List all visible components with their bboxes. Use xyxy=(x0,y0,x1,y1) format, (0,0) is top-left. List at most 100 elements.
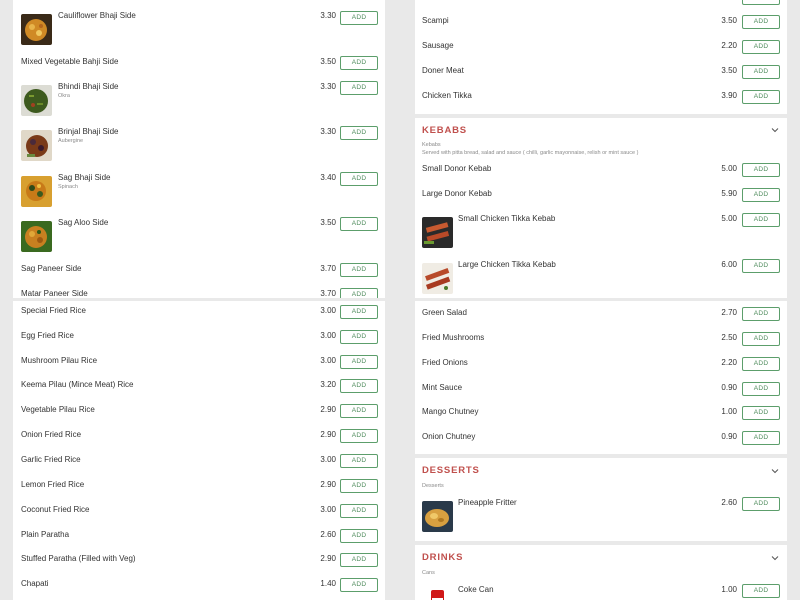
item-price: 3.00 xyxy=(320,455,336,464)
add-button[interactable]: ADD xyxy=(742,584,780,598)
item-price: 2.60 xyxy=(721,498,737,507)
add-button[interactable]: ADD xyxy=(742,382,780,396)
item-price: 3.90 xyxy=(721,91,737,100)
item-name: Garlic Fried Rice xyxy=(21,455,81,464)
menu-card: Green Salad 2.70 ADD Fried Mushrooms 2.5… xyxy=(415,301,787,454)
item-price: 3.50 xyxy=(320,57,336,66)
add-button[interactable]: ADD xyxy=(742,497,780,511)
item-name: Lemon Fried Rice xyxy=(21,480,85,489)
chevron-down-icon[interactable] xyxy=(771,467,781,477)
add-button[interactable]: ADD xyxy=(340,11,378,25)
add-button[interactable]: ADD xyxy=(742,406,780,420)
add-button[interactable]: ADD xyxy=(340,305,378,319)
item-price: 2.90 xyxy=(320,480,336,489)
item-price: 0.90 xyxy=(721,383,737,392)
add-button[interactable]: ADD xyxy=(742,332,780,346)
add-button[interactable]: ADD xyxy=(742,163,780,177)
add-button[interactable]: ADD xyxy=(742,90,780,104)
add-button[interactable]: ADD xyxy=(340,404,378,418)
item-price: 5.90 xyxy=(721,189,737,198)
add-button[interactable]: ADD xyxy=(340,288,378,298)
brinjal-bhaji-image xyxy=(21,130,52,161)
add-button[interactable]: ADD xyxy=(742,15,780,29)
section-description: Served with pitta bread, salad and sauce… xyxy=(422,150,639,156)
bhindi-bhaji-image xyxy=(21,85,52,116)
section-title: KEBABS xyxy=(422,125,467,136)
add-button[interactable]: ADD xyxy=(340,578,378,592)
item-price: 5.00 xyxy=(721,164,737,173)
add-button[interactable]: ADD xyxy=(340,56,378,70)
item-price: 2.20 xyxy=(721,358,737,367)
item-price: 6.00 xyxy=(721,260,737,269)
add-button[interactable]: ADD xyxy=(340,454,378,468)
item-name: Keema Pilau (Mince Meat) Rice xyxy=(21,380,134,389)
chevron-down-icon[interactable] xyxy=(771,126,781,136)
item-name: Mixed Vegetable Bahji Side xyxy=(21,57,119,66)
add-button[interactable] xyxy=(742,0,780,5)
item-price: 1.40 xyxy=(320,579,336,588)
item-price: 1.00 xyxy=(721,407,737,416)
add-button[interactable]: ADD xyxy=(340,330,378,344)
kebabs-section: KEBABS Kebabs Served with pitta bread, s… xyxy=(415,118,787,298)
add-button[interactable]: ADD xyxy=(742,40,780,54)
item-name: Mushroom Pilau Rice xyxy=(21,356,98,365)
item-price: 0.90 xyxy=(721,432,737,441)
item-price: 2.90 xyxy=(320,430,336,439)
sag-bhaji-image xyxy=(21,176,52,207)
extras-kebabs-panel: Scampi 3.50 ADD Sausage 2.20 ADD Doner M… xyxy=(400,0,800,298)
section-description: Desserts xyxy=(422,483,444,489)
item-price: 3.50 xyxy=(721,16,737,25)
add-button[interactable]: ADD xyxy=(742,213,780,227)
item-name: Matar Paneer Side xyxy=(21,289,88,298)
item-name: Egg Fried Rice xyxy=(21,331,74,340)
add-button[interactable]: ADD xyxy=(742,357,780,371)
item-name: Onion Chutney xyxy=(422,432,476,441)
item-price: 3.30 xyxy=(320,11,336,20)
add-button[interactable]: ADD xyxy=(340,553,378,567)
section-description: Cans xyxy=(422,570,435,576)
drinks-section: DRINKS Cans Coke Can 1.00 ADD xyxy=(415,545,787,600)
add-button[interactable]: ADD xyxy=(340,172,378,186)
add-button[interactable]: ADD xyxy=(742,307,780,321)
item-name: Coke Can xyxy=(458,585,494,594)
chevron-down-icon[interactable] xyxy=(771,554,781,564)
add-button[interactable]: ADD xyxy=(340,429,378,443)
menu-card: Cauliflower Bhaji Side 3.30 ADD Mixed Ve… xyxy=(13,0,385,298)
section-description: Kebabs xyxy=(422,142,441,148)
add-button[interactable]: ADD xyxy=(340,263,378,277)
add-button[interactable]: ADD xyxy=(742,188,780,202)
add-button[interactable]: ADD xyxy=(340,529,378,543)
item-price: 2.90 xyxy=(320,554,336,563)
item-name: Bhindi Bhaji Side xyxy=(58,82,119,91)
item-name: Sag Bhaji Side xyxy=(58,173,111,182)
item-price: 2.70 xyxy=(721,308,737,317)
item-price: 3.20 xyxy=(320,380,336,389)
add-button[interactable]: ADD xyxy=(340,504,378,518)
item-name: Chicken Tikka xyxy=(422,91,472,100)
add-button[interactable]: ADD xyxy=(340,379,378,393)
add-button[interactable]: ADD xyxy=(742,65,780,79)
item-price: 2.50 xyxy=(721,333,737,342)
add-button[interactable]: ADD xyxy=(340,479,378,493)
item-price: 1.00 xyxy=(721,585,737,594)
item-name: Small Chicken Tikka Kebab xyxy=(458,214,556,223)
item-price: 3.00 xyxy=(320,356,336,365)
add-button[interactable]: ADD xyxy=(340,217,378,231)
item-name: Vegetable Pilau Rice xyxy=(21,405,95,414)
add-button[interactable]: ADD xyxy=(742,431,780,445)
add-button[interactable]: ADD xyxy=(340,81,378,95)
item-name: Coconut Fried Rice xyxy=(21,505,90,514)
item-name: Fried Mushrooms xyxy=(422,333,485,342)
rice-bread-panel: Special Fried Rice 3.00 ADD Egg Fried Ri… xyxy=(0,301,400,600)
item-name: Chapati xyxy=(21,579,49,588)
item-name: Scampi xyxy=(422,16,449,25)
item-name: Mint Sauce xyxy=(422,383,463,392)
cauliflower-bhaji-image xyxy=(21,14,52,45)
add-button[interactable]: ADD xyxy=(340,355,378,369)
sides-desserts-drinks-panel: Green Salad 2.70 ADD Fried Mushrooms 2.5… xyxy=(400,301,800,600)
add-button[interactable]: ADD xyxy=(340,126,378,140)
add-button[interactable]: ADD xyxy=(742,259,780,273)
large-chicken-tikka-kebab-image xyxy=(422,263,453,294)
side-dishes-panel: Cauliflower Bhaji Side 3.30 ADD Mixed Ve… xyxy=(0,0,400,298)
sag-aloo-image xyxy=(21,221,52,252)
